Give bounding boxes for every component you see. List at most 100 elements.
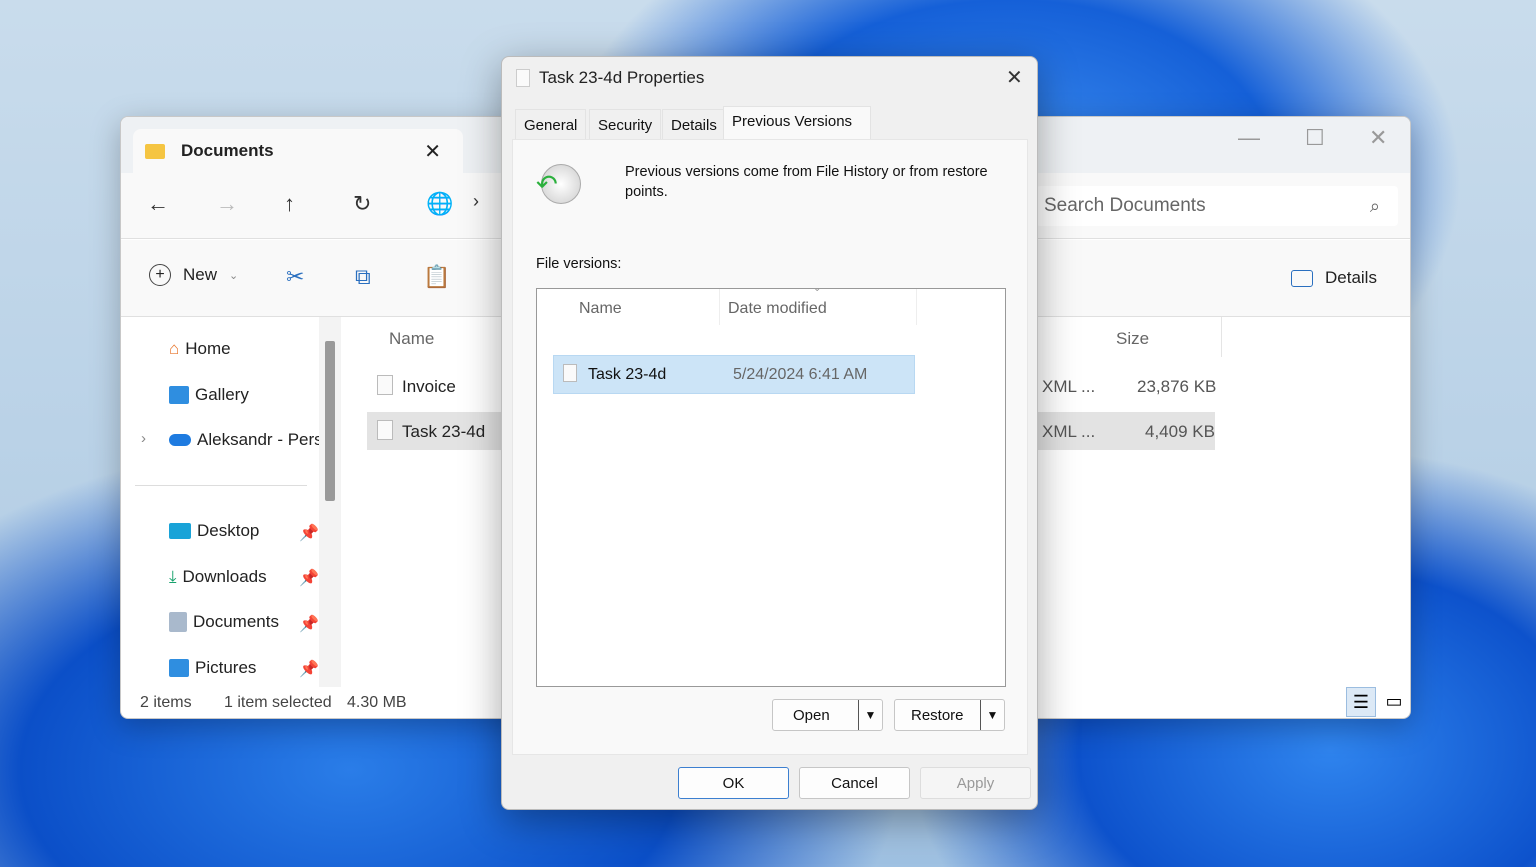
search-input[interactable]: Search Documents ⌕ [1036,186,1398,226]
chevron-right-icon[interactable]: › [473,191,479,212]
documents-icon [169,612,187,632]
chevron-down-icon: ⌄ [229,269,239,282]
sidebar-item-home[interactable]: ⌂ Home [169,339,231,359]
file-versions-label: File versions: [536,256,622,272]
open-dropdown-icon[interactable]: ▼ [858,700,882,730]
status-item-count: 2 items [140,694,192,711]
sidebar-divider [135,485,307,486]
status-selected: 1 item selected [224,694,332,711]
sidebar-label: Aleksandr - Pers [197,430,323,449]
column-header-name[interactable]: Name [579,300,622,318]
details-pane-icon [1291,269,1313,287]
home-icon: ⌂ [169,339,180,358]
column-divider [719,289,720,325]
column-header-size[interactable]: Size [1116,329,1149,349]
close-tab-icon[interactable]: ✕ [424,139,441,164]
search-icon: ⌕ [1369,195,1380,216]
copy-icon[interactable]: ⧉ [355,264,371,290]
file-name: Task 23-4d [402,422,486,441]
gallery-icon [169,386,189,404]
sort-chevron-icon: ⌄ [813,283,822,294]
info-text: Previous versions come from File History… [625,164,988,200]
details-label: Details [1325,268,1377,287]
file-icon [377,375,393,395]
properties-dialog: Task 23-4d Properties ✕ General Security… [501,56,1038,810]
details-pane-button[interactable]: Details [1291,268,1377,288]
restore-clock-icon: ↶ [536,164,581,204]
cut-icon[interactable]: ✂ [286,264,304,290]
sidebar-label: Home [185,339,231,358]
sidebar-item-downloads[interactable]: ⤓ Downloads [169,567,267,587]
version-row[interactable]: Task 23-4d 5/24/2024 6:41 AM [553,355,915,394]
file-type: XML ... [1042,422,1096,441]
tab-security[interactable]: Security [589,109,662,139]
downloads-icon: ⤓ [169,567,177,586]
minimize-icon[interactable]: — [1238,125,1260,151]
sidebar-item-onedrive[interactable]: Aleksandr - Pers [169,430,323,450]
back-icon[interactable]: ← [147,191,169,217]
column-header-date-modified[interactable]: Date modified [728,300,827,318]
dialog-title: Task 23-4d Properties [539,68,705,87]
tab-general[interactable]: General [515,109,587,139]
version-name: Task 23-4d [588,366,667,383]
sidebar-label: Documents [193,612,279,631]
open-button[interactable]: Open ▼ [772,699,883,731]
file-size: 23,876 KB [1137,377,1217,396]
new-button[interactable]: + New ⌄ [149,264,238,286]
status-size: 4.30 MB [347,694,407,711]
tab-documents[interactable]: Documents ✕ [133,129,463,173]
version-date: 5/24/2024 6:41 AM [733,366,868,383]
sidebar-label: Downloads [182,567,267,586]
new-label: New [183,265,218,284]
column-divider [916,289,917,325]
details-view-icon[interactable]: ☰ [1346,687,1376,717]
expand-chevron-icon[interactable]: › [141,430,146,447]
sidebar-item-pictures[interactable]: Pictures [169,658,256,678]
plus-circle-icon: + [149,264,171,286]
sidebar-label: Pictures [195,658,257,677]
sidebar-scrollbar[interactable] [319,317,341,687]
apply-button[interactable]: Apply [920,767,1031,799]
open-label: Open [793,706,830,724]
tiles-view-icon[interactable]: ▭ [1379,687,1409,717]
pin-icon: 📌 [299,570,319,587]
up-icon[interactable]: ↑ [284,191,295,217]
sidebar-item-desktop[interactable]: Desktop [169,521,259,541]
tab-details[interactable]: Details [662,109,726,139]
file-icon [377,420,393,440]
sidebar-label: Gallery [195,385,249,404]
scrollbar-thumb[interactable] [325,341,335,501]
close-icon[interactable]: ✕ [1006,65,1023,90]
previous-versions-panel: ↶ Previous versions come from File Histo… [512,139,1028,755]
file-icon [563,364,577,382]
sidebar-item-documents[interactable]: Documents [169,612,279,632]
column-header-name[interactable]: Name [389,329,434,349]
tab-previous-versions[interactable]: Previous Versions [723,106,871,140]
file-name: Invoice [402,377,456,396]
file-type: XML ... [1042,377,1096,396]
pictures-icon [169,659,189,677]
pin-icon: 📌 [299,525,319,542]
refresh-icon[interactable]: ↻ [353,191,371,217]
folder-icon [145,143,165,159]
pin-icon: 📌 [299,616,319,633]
pin-icon: 📌 [299,661,319,678]
ok-button[interactable]: OK [678,767,789,799]
desktop-icon [169,523,191,539]
network-icon[interactable]: 🌐 [426,191,453,217]
forward-icon[interactable]: → [216,191,238,217]
close-window-icon[interactable]: ✕ [1369,125,1387,151]
paste-icon[interactable]: 📋 [423,264,450,290]
onedrive-icon [169,434,191,446]
column-divider [1221,317,1222,357]
maximize-icon[interactable]: ☐ [1305,125,1325,151]
cancel-button[interactable]: Cancel [799,767,910,799]
versions-list[interactable]: Name Date modified ⌄ Task 23-4d 5/24/202… [536,283,1006,687]
tab-title: Documents [181,141,274,160]
file-size: 4,409 KB [1145,422,1215,441]
sidebar-item-gallery[interactable]: Gallery [169,385,249,405]
sidebar-label: Desktop [197,521,260,540]
file-icon [516,69,530,87]
restore-dropdown-icon[interactable]: ▼ [980,700,1004,730]
restore-button[interactable]: Restore ▼ [894,699,1005,731]
